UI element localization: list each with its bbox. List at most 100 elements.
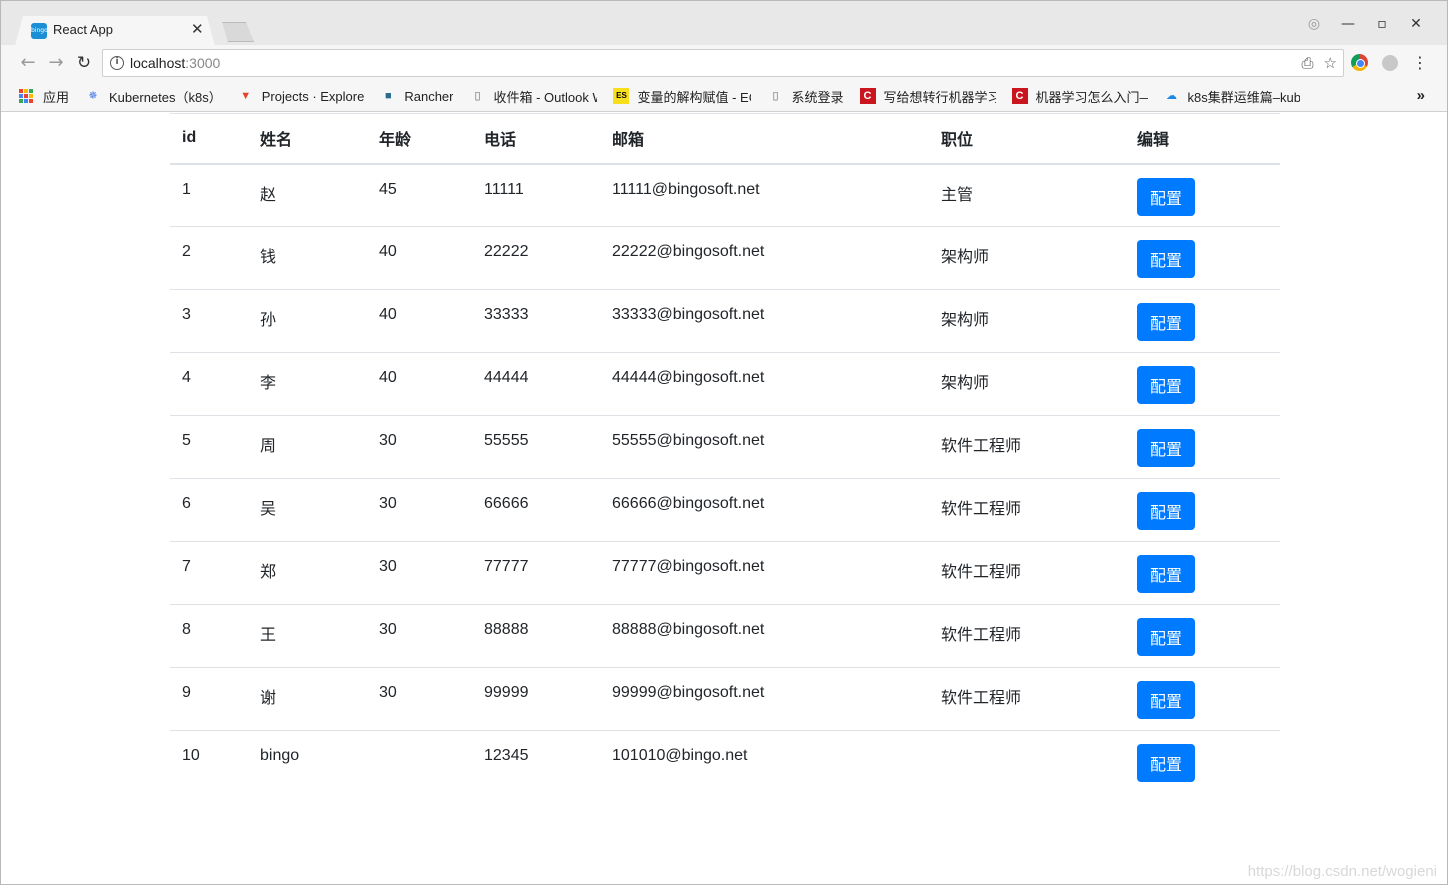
forward-arrow-icon[interactable]: → (45, 52, 67, 74)
cell-id: 4 (170, 352, 248, 416)
cell-email: 66666@bingosoft.net (600, 478, 929, 542)
cell-position: 软件工程师 (929, 478, 1125, 542)
bookmark-star-icon[interactable]: ☆ (1324, 54, 1337, 72)
config-button[interactable]: 配置 (1137, 744, 1195, 782)
bookmark-login[interactable]: ▯ 系统登录 (767, 87, 843, 106)
close-window-icon[interactable]: ✕ (1399, 13, 1433, 35)
cell-email: 33333@bingosoft.net (600, 289, 929, 353)
cell-id: 5 (170, 415, 248, 479)
cell-edit: 配置 (1125, 415, 1280, 479)
header-phone: 电话 (472, 113, 600, 165)
cell-age: 40 (367, 289, 472, 353)
config-button[interactable]: 配置 (1137, 240, 1195, 278)
cell-id: 2 (170, 226, 248, 290)
extension-icon[interactable] (1382, 55, 1398, 71)
table-row: 3 孙 40 33333 33333@bingosoft.net 架构师 配置 (170, 289, 1280, 353)
cell-phone: 33333 (472, 289, 600, 353)
cell-age: 30 (367, 415, 472, 479)
tab-react-app[interactable]: bingo React App ✕ (15, 16, 215, 46)
cell-position: 软件工程师 (929, 541, 1125, 605)
cell-phone: 55555 (472, 415, 600, 479)
cell-position: 软件工程师 (929, 415, 1125, 479)
cell-email: 55555@bingosoft.net (600, 415, 929, 479)
es-icon: ES (613, 88, 630, 104)
translate-icon[interactable]: ⎙ (1302, 54, 1314, 72)
users-table: id 姓名 年龄 电话 邮箱 职位 编辑 1 赵 45 11111 11111@bing… (170, 113, 1280, 794)
bookmark-ml-2[interactable]: C 机器学习怎么入门— (1011, 87, 1148, 106)
watermark: https://blog.csdn.net/wogieni (1247, 863, 1437, 880)
cell-email: 22222@bingosoft.net (600, 226, 929, 290)
bookmark-gitlab[interactable]: ▼ Projects · Explore (238, 88, 365, 104)
table-row: 2 钱 40 22222 22222@bingosoft.net 架构师 配置 (170, 226, 1280, 290)
config-button[interactable]: 配置 (1137, 555, 1195, 593)
reload-icon[interactable]: ↻ (73, 52, 95, 74)
address-bar[interactable]: i localhost:3000 ⎙ ☆ (102, 49, 1344, 77)
config-button[interactable]: 配置 (1137, 177, 1195, 216)
cell-age: 30 (367, 541, 472, 605)
cell-name: 周 (248, 415, 367, 479)
gitlab-icon: ▼ (240, 90, 252, 102)
cloud-icon: ☁ (1166, 90, 1177, 102)
omnibox-actions: ⎙ ☆ (1302, 54, 1337, 72)
url-text[interactable]: localhost:3000 (130, 55, 220, 71)
cell-position: 架构师 (929, 352, 1125, 416)
bookmark-k8s-ops[interactable]: ☁ k8s集群运维篇–kube (1164, 87, 1300, 106)
bookmark-label: 变量的解构赋值 - EC (637, 89, 752, 105)
info-icon[interactable]: i (110, 56, 124, 70)
config-button[interactable]: 配置 (1137, 429, 1195, 467)
window-controls: ◎ — ▫ ✕ (1297, 13, 1433, 35)
cell-email: 99999@bingosoft.net (600, 667, 929, 731)
cell-position: 主管 (941, 186, 974, 204)
menu-dots-icon[interactable]: ⋮ (1412, 54, 1428, 71)
cell-phone: 66666 (472, 478, 600, 542)
page-content: id 姓名 年龄 电话 邮箱 职位 编辑 1 赵 45 11111 11111@bing… (1, 113, 1447, 883)
maximize-icon[interactable]: ▫ (1365, 13, 1399, 35)
kubernetes-icon: ✵ (88, 90, 98, 102)
cell-name: 王 (248, 604, 367, 668)
cell-email: 44444@bingosoft.net (600, 352, 929, 416)
bookmark-rancher[interactable]: ■ Rancher (380, 88, 453, 104)
table-row: 10 bingo 12345 101010@bingo.net 配置 (170, 730, 1280, 794)
cell-edit: 配置 (1125, 226, 1280, 290)
cell-position: 软件工程师 (929, 604, 1125, 668)
new-tab-button[interactable] (222, 22, 254, 42)
bookmark-label: Projects · Explore (261, 88, 365, 104)
cell-edit: 配置 (1125, 541, 1280, 605)
browser-window: bingo React App ✕ ◎ — ▫ ✕ ← → ↻ i localh… (0, 0, 1448, 885)
bookmark-outlook[interactable]: ▯ 收件箱 - Outlook We (469, 87, 597, 106)
profile-icon[interactable]: ◎ (1297, 13, 1331, 35)
config-button[interactable]: 配置 (1137, 681, 1195, 719)
cell-phone: 88888 (472, 604, 600, 668)
bookmark-kubernetes[interactable]: ✵ Kubernetes（k8s） (85, 87, 221, 106)
close-icon[interactable]: ✕ (191, 20, 204, 38)
cell-edit: 配置 (1125, 604, 1280, 668)
apps-grid-icon (19, 89, 33, 103)
cell-email: 11111@bingosoft.net (612, 180, 760, 198)
config-button[interactable]: 配置 (1137, 618, 1195, 656)
cell-phone: 22222 (472, 226, 600, 290)
minimize-icon[interactable]: — (1331, 13, 1365, 35)
cell-age (367, 730, 472, 794)
cell-phone: 11111 (484, 180, 524, 198)
back-arrow-icon[interactable]: ← (17, 52, 39, 74)
url-port: :3000 (185, 55, 221, 71)
header-name: 姓名 (248, 113, 367, 165)
header-age: 年龄 (367, 113, 472, 165)
config-button[interactable]: 配置 (1137, 303, 1195, 341)
more-bookmarks-icon[interactable]: » (1417, 87, 1425, 104)
bookmark-es[interactable]: ES 变量的解构赋值 - EC (613, 87, 751, 106)
config-button[interactable]: 配置 (1137, 366, 1195, 404)
bookmark-apps[interactable]: 应用 (19, 87, 69, 106)
bookmark-ml-1[interactable]: C 写给想转行机器学习 (859, 87, 996, 106)
extensions: ⋮ (1351, 54, 1428, 71)
cell-name: 钱 (248, 226, 367, 290)
cell-phone: 44444 (472, 352, 600, 416)
page-icon: ▯ (474, 90, 481, 102)
chrome-extension-icon[interactable] (1351, 54, 1368, 71)
cell-age: 40 (367, 352, 472, 416)
cell-name: 郑 (248, 541, 367, 605)
cell-edit: 配置 (1125, 289, 1280, 353)
config-button[interactable]: 配置 (1137, 492, 1195, 530)
cell-id: 9 (170, 667, 248, 731)
csdn-icon: C (1011, 88, 1028, 104)
